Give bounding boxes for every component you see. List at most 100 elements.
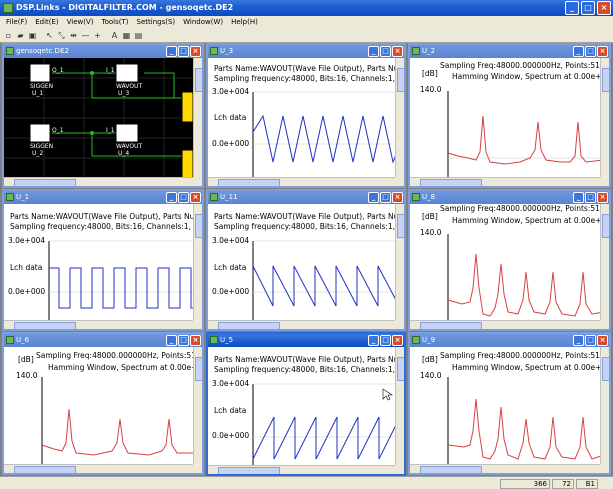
window-titlebar[interactable]: U_9 _ □ × <box>410 334 609 347</box>
maximize-button[interactable]: □ <box>581 1 595 15</box>
menu-file[interactable]: File(F) <box>2 16 31 29</box>
window-titlebar[interactable]: U_3 _ □ × <box>208 45 404 58</box>
grid-icon[interactable]: ▦ <box>121 30 132 41</box>
close-button[interactable]: × <box>190 192 201 203</box>
minimize-button[interactable]: _ <box>573 335 584 346</box>
new-file-icon[interactable]: ▫ <box>3 30 14 41</box>
maximize-button[interactable]: □ <box>585 335 596 346</box>
vertical-scrollbar[interactable] <box>395 58 404 177</box>
text-icon[interactable]: A <box>109 30 120 41</box>
wire-icon[interactable]: ⤡ <box>56 30 67 41</box>
window-titlebar[interactable]: U_1 _ □ × <box>4 191 202 204</box>
maximize-button[interactable]: □ <box>178 192 189 203</box>
plot-area[interactable]: Parts Name:WAVOUT(Wave File Output), Par… <box>4 204 202 324</box>
block-id: U_4 <box>118 150 130 157</box>
minimize-button[interactable]: _ <box>368 192 379 203</box>
status-x: 366 <box>500 479 550 489</box>
maximize-button[interactable]: □ <box>585 46 596 57</box>
minimize-button[interactable]: _ <box>166 46 177 57</box>
maximize-button[interactable]: □ <box>178 46 189 57</box>
spectrum-plot <box>447 234 604 324</box>
horizontal-scrollbar[interactable] <box>208 320 395 329</box>
plot-area[interactable]: Parts Name:WAVOUT(Wave File Output), Par… <box>208 58 404 181</box>
minimize-button[interactable]: _ <box>573 46 584 57</box>
spectrum-window-u9: U_9 _ □ × Sampling Freq:48000.000000Hz, Po… <box>408 332 611 475</box>
minimize-button[interactable]: _ <box>565 1 579 15</box>
plot-area[interactable]: Sampling Freq:48000.000000Hz, Points:512… <box>410 58 609 181</box>
menu-help[interactable]: Help(H) <box>227 16 262 29</box>
plot-area[interactable]: Parts Name:WAVOUT(Wave File Output), Par… <box>208 204 404 324</box>
maximize-button[interactable]: □ <box>380 192 391 203</box>
horizontal-scrollbar[interactable] <box>208 177 395 186</box>
close-button[interactable]: × <box>597 1 611 15</box>
plot-area[interactable]: Sampling Freq:48000.000000Hz, Points:512… <box>410 347 609 468</box>
vertical-scrollbar[interactable] <box>193 347 202 464</box>
vertical-scrollbar[interactable] <box>395 204 404 320</box>
vertical-scrollbar[interactable] <box>600 58 609 177</box>
minimize-button[interactable]: _ <box>368 335 379 346</box>
window-titlebar[interactable]: U_11 _ □ × <box>208 191 404 204</box>
horizontal-scrollbar[interactable] <box>4 177 193 186</box>
open-folder-icon[interactable]: ▰ <box>15 30 26 41</box>
toolbar: ▫ ▰ ▣ ↖ ⤡ ⇹ — + A ▦ ▤ <box>0 29 613 43</box>
close-button[interactable]: × <box>597 335 608 346</box>
horizontal-scrollbar[interactable] <box>410 464 600 473</box>
minimize-button[interactable]: _ <box>166 192 177 203</box>
vertical-scrollbar[interactable] <box>395 347 404 465</box>
horizontal-scrollbar[interactable] <box>410 320 600 329</box>
sawtooth-wave <box>252 383 399 469</box>
close-button[interactable]: × <box>392 335 403 346</box>
close-button[interactable]: × <box>190 335 201 346</box>
close-button[interactable]: × <box>392 192 403 203</box>
diagram-window-titlebar[interactable]: gensoqetc.DE2 _ □ × <box>4 45 202 58</box>
maximize-button[interactable]: □ <box>380 335 391 346</box>
menu-settings[interactable]: Settings(S) <box>133 16 180 29</box>
window-icon <box>412 193 420 201</box>
menu-view[interactable]: View(V) <box>63 16 98 29</box>
menu-tools[interactable]: Tools(T) <box>98 16 133 29</box>
horizontal-scrollbar[interactable] <box>4 464 193 473</box>
app-title: DSP.Links - DIGITALFILTER.COM - gensoqet… <box>16 3 234 12</box>
vertical-scrollbar[interactable] <box>193 204 202 320</box>
minus-icon[interactable]: — <box>80 30 91 41</box>
plot-area[interactable]: Parts Name:WAVOUT(Wave File Output), Par… <box>208 347 404 469</box>
plot-area[interactable]: Sampling Freq:48000.000000Hz, Points:512… <box>4 347 202 468</box>
diagram-canvas[interactable]: O_1 I_1 SIGGEN WAVOUT U_1 U_3 O_1 I_1 SI… <box>4 58 193 178</box>
save-icon[interactable]: ▣ <box>27 30 38 41</box>
close-button[interactable]: × <box>597 46 608 57</box>
plot-area[interactable]: Sampling Freq:48000.000000Hz, Points:512… <box>410 204 609 324</box>
pointer-icon[interactable]: ↖ <box>44 30 55 41</box>
vertical-scrollbar[interactable] <box>600 204 609 320</box>
maximize-button[interactable]: □ <box>585 192 596 203</box>
vertical-scrollbar[interactable] <box>193 58 202 177</box>
horizontal-scrollbar[interactable] <box>208 465 395 474</box>
window-icon[interactable]: ▤ <box>133 30 144 41</box>
status-mode: B1 <box>576 479 598 489</box>
menu-edit[interactable]: Edit(E) <box>31 16 62 29</box>
split-icon[interactable]: ⇹ <box>68 30 79 41</box>
menu-window[interactable]: Window(W) <box>179 16 227 29</box>
horizontal-scrollbar[interactable] <box>410 177 600 186</box>
plus-icon[interactable]: + <box>92 30 103 41</box>
minimize-button[interactable]: _ <box>368 46 379 57</box>
spectrum-plot <box>447 377 604 468</box>
vertical-scrollbar[interactable] <box>600 347 609 464</box>
minimize-button[interactable]: _ <box>573 192 584 203</box>
close-button[interactable]: × <box>190 46 201 57</box>
window-titlebar[interactable]: U_6 _ □ × <box>4 334 202 347</box>
block-label: WAVOUT <box>116 143 143 150</box>
square-wave <box>48 240 197 324</box>
window-titlebar[interactable]: U_2 _ □ × <box>410 45 609 58</box>
maximize-button[interactable]: □ <box>178 335 189 346</box>
window-titlebar[interactable]: U_8 _ □ × <box>410 191 609 204</box>
sawtooth-wave <box>252 240 399 324</box>
maximize-button[interactable]: □ <box>380 46 391 57</box>
close-button[interactable]: × <box>392 46 403 57</box>
window-titlebar[interactable]: U_5 _ □ × <box>208 334 404 347</box>
app-icon <box>3 3 13 13</box>
horizontal-scrollbar[interactable] <box>4 320 193 329</box>
window-icon <box>412 336 420 344</box>
minimize-button[interactable]: _ <box>166 335 177 346</box>
close-button[interactable]: × <box>597 192 608 203</box>
port-label: O_1 <box>52 67 64 74</box>
